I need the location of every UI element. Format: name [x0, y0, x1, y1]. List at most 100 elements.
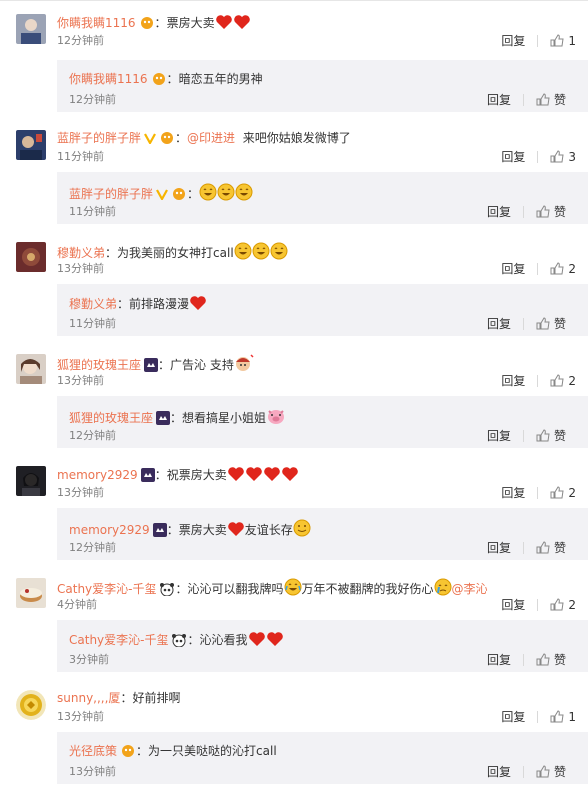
heart-icon: [266, 631, 284, 651]
like-button[interactable]: 1: [550, 34, 576, 50]
reply-time: 12分钟前: [69, 541, 116, 554]
reply-button[interactable]: 回复: [501, 262, 525, 276]
like-button[interactable]: 2: [550, 262, 576, 278]
reply-line: 狐狸的玫瑰王座 ：想看搞星小姐姐: [69, 407, 286, 425]
username-link[interactable]: 蓝胖子的胖子胖: [69, 187, 153, 201]
thumbs-up-icon: [550, 34, 564, 50]
laughing-emoji-icon: [270, 242, 288, 264]
thumbs-up-icon: [550, 262, 564, 278]
reply-text-2: 友谊长存: [244, 523, 293, 537]
avatar[interactable]: [16, 14, 46, 44]
thumbs-up-icon: [550, 374, 564, 390]
reply-button[interactable]: 回复: [487, 541, 511, 555]
username-link[interactable]: 你瞒我瞒1116: [57, 16, 136, 30]
laughing-emoji-icon: [235, 183, 253, 205]
username-link[interactable]: 穆勤义弟: [69, 297, 117, 311]
like-button[interactable]: 赞: [536, 765, 566, 781]
reply-line: 光径底策 ：为一只美哒哒的沁打call: [69, 743, 277, 759]
username-link[interactable]: memory2929: [57, 468, 138, 482]
username-link[interactable]: 你瞒我瞒1116: [69, 72, 148, 86]
reply-actions: 回复 赞: [487, 765, 566, 779]
reply-text: 暗恋五年的男神: [178, 72, 263, 86]
avatar[interactable]: [16, 242, 46, 272]
fan-badge-icon: [156, 411, 171, 429]
reply-button[interactable]: 回复: [487, 93, 511, 107]
laughing-emoji-icon: [217, 183, 235, 205]
reply-item: memory2929 ：票房大卖 友谊长存 12分钟前 回复赞: [57, 508, 588, 560]
reply-button[interactable]: 回复: [487, 765, 511, 779]
like-button[interactable]: 2: [550, 486, 576, 502]
comment-text: 票房大卖: [166, 16, 215, 30]
avatar[interactable]: [16, 690, 46, 720]
username-link[interactable]: 狐狸的玫瑰王座: [69, 411, 153, 425]
comment-actions: 回复 2: [501, 598, 576, 612]
comment-actions: 回复 2: [501, 374, 576, 388]
crying-emoji-icon: [434, 578, 452, 600]
avatar[interactable]: [16, 466, 46, 496]
reply-button[interactable]: 回复: [501, 486, 525, 500]
heart-icon: [227, 466, 245, 486]
like-button[interactable]: 赞: [536, 205, 566, 221]
mention-link[interactable]: @李沁: [452, 582, 488, 596]
like-button[interactable]: 赞: [536, 317, 566, 333]
divider: [522, 94, 524, 106]
reply-time: 12分钟前: [69, 429, 116, 442]
reply-button[interactable]: 回复: [487, 317, 511, 331]
reply-button[interactable]: 回复: [501, 34, 525, 48]
comment-time: 12分钟前: [57, 34, 104, 47]
thumbs-up-icon: [536, 541, 550, 557]
reply-time: 13分钟前: [69, 765, 116, 778]
like-button[interactable]: 2: [550, 598, 576, 614]
reply-button[interactable]: 回复: [501, 150, 525, 164]
laughing-emoji-icon: [234, 242, 252, 264]
like-label: 赞: [553, 429, 566, 443]
username-link[interactable]: memory2929: [69, 523, 150, 537]
avatar[interactable]: [16, 354, 46, 384]
divider: [537, 711, 539, 723]
username-link[interactable]: Cathy爱李沁-千玺: [69, 633, 168, 647]
reply-text: 前排路漫漫: [129, 297, 190, 311]
like-button[interactable]: 赞: [536, 541, 566, 557]
reply-button[interactable]: 回复: [501, 374, 525, 388]
reply-text: 想看搞星小姐姐: [182, 411, 267, 425]
reply-button[interactable]: 回复: [487, 653, 511, 667]
username-link[interactable]: 蓝胖子的胖子胖: [57, 131, 141, 145]
divider: [537, 487, 539, 499]
comment-text: 广告沁 支持: [170, 358, 234, 372]
reply-button[interactable]: 回复: [501, 598, 525, 612]
comment-line: sunny,,,,厦：好前排啊: [57, 691, 181, 705]
like-button[interactable]: 赞: [536, 653, 566, 669]
reply-button[interactable]: 回复: [487, 429, 511, 443]
reply-line: Cathy爱李沁-千玺 ：沁沁看我: [69, 631, 284, 648]
comment-text: 好前排啊: [132, 691, 181, 705]
top-divider: [0, 0, 588, 1]
like-button[interactable]: 赞: [536, 93, 566, 109]
mention-link[interactable]: @印进进: [187, 131, 235, 145]
reply-button[interactable]: 回复: [501, 710, 525, 724]
reply-item: 光径底策 ：为一只美哒哒的沁打call 13分钟前 回复 赞: [57, 732, 588, 784]
like-button[interactable]: 2: [550, 374, 576, 390]
like-label: 赞: [553, 93, 566, 107]
reply-actions: 回复 赞: [487, 205, 566, 219]
username-link[interactable]: 狐狸的玫瑰王座: [57, 358, 141, 372]
like-button[interactable]: 1: [550, 710, 576, 726]
comment-time: 13分钟前: [57, 374, 104, 387]
reply-button[interactable]: 回复: [487, 205, 511, 219]
panda-badge-icon: [159, 582, 175, 600]
thumbs-up-icon: [536, 317, 550, 333]
like-button[interactable]: 赞: [536, 429, 566, 445]
avatar[interactable]: [16, 578, 46, 608]
reply-text: 票房大卖: [178, 523, 227, 537]
thumbs-up-icon: [536, 429, 550, 445]
divider: [537, 263, 539, 275]
username-link[interactable]: 光径底策: [69, 744, 117, 758]
like-button[interactable]: 3: [550, 150, 576, 166]
avatar[interactable]: [16, 130, 46, 160]
fan-badge-icon: [140, 468, 155, 486]
like-count: 2: [568, 598, 576, 612]
username-link[interactable]: 穆勤义弟: [57, 246, 105, 260]
username-link[interactable]: Cathy爱李沁-千玺: [57, 582, 156, 596]
reply-actions: 回复 赞: [487, 429, 566, 443]
username-link[interactable]: sunny,,,,厦: [57, 691, 120, 705]
heart-icon: [189, 295, 207, 315]
